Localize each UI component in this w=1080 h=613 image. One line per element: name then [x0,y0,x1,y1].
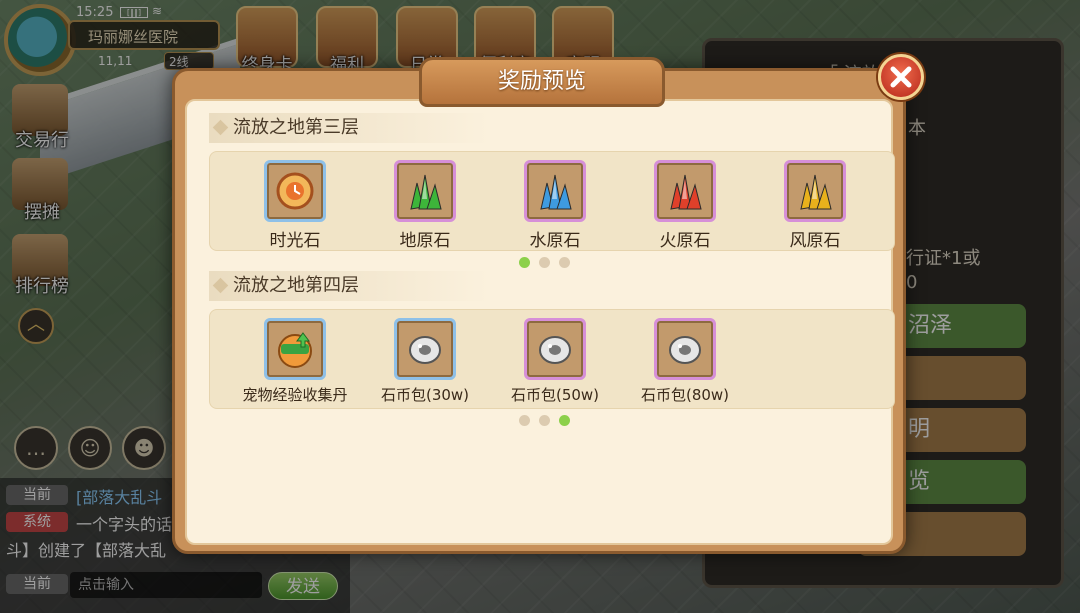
pet-exp-pill-icon[interactable] [264,318,326,380]
stone-coin-bag-icon[interactable] [654,318,716,380]
reward-item-name: 时光石 [269,231,321,251]
fire-crystal-icon[interactable] [654,160,716,222]
stone-coin-bag-icon[interactable] [524,318,586,380]
reward-item-name: 地原石 [399,231,451,251]
stone-coin-bag-icon[interactable] [394,318,456,380]
section-header: 流放之地第四层 [209,271,489,301]
close-x-glyph [890,66,912,88]
dialog-title: 奖励预览 [419,57,665,107]
diamond-icon [212,119,229,136]
page-dot[interactable] [559,257,570,268]
close-icon[interactable] [878,54,924,100]
section-header: 流放之地第三层 [209,113,489,143]
reward-item[interactable]: 风原石 [750,160,880,251]
page-dot[interactable] [519,257,530,268]
reward-item[interactable]: 石币包(80w) [620,318,750,408]
reward-item-name: 石币包(80w) [640,386,730,404]
reward-item[interactable]: 石币包(30w) [360,318,490,408]
reward-item-name: 水原石 [529,231,581,251]
wind-crystal-icon[interactable] [784,160,846,222]
reward-items-row[interactable]: 时光石 地原石 水原石 火原石 风原石 [209,151,895,251]
earth-crystal-icon[interactable] [394,160,456,222]
page-dot[interactable] [559,415,570,426]
reward-item-name: 石币包(50w) [510,386,600,404]
section-title: 流放之地第三层 [233,117,359,138]
reward-item-name: 火原石 [659,231,711,251]
reward-item[interactable]: 宠物经验收集丹 [230,318,360,408]
reward-items-row[interactable]: 宠物经验收集丹 石币包(30w) 石币包(50w) 石币包(80w) [209,309,895,409]
dialog-body: 流放之地第三层 时光石 地原石 水原石 火原石 风原石 流放之地第四层 宠物经验… [185,99,895,545]
reward-item[interactable]: 水原石 [490,160,620,251]
time-stone-icon[interactable] [264,160,326,222]
reward-item-name: 石币包(30w) [380,386,470,404]
page-dot[interactable] [539,257,550,268]
reward-preview-dialog: 流放之地第三层 时光石 地原石 水原石 火原石 风原石 流放之地第四层 宠物经验… [172,57,906,554]
reward-item[interactable]: 石币包(50w) [490,318,620,408]
reward-item-name: 风原石 [789,231,841,251]
water-crystal-icon[interactable] [524,160,586,222]
section-title: 流放之地第四层 [233,275,359,296]
reward-item[interactable]: 火原石 [620,160,750,251]
diamond-icon [212,277,229,294]
page-dot[interactable] [539,415,550,426]
reward-item[interactable]: 时光石 [230,160,360,251]
reward-item-name: 宠物经验收集丹 [242,386,348,404]
reward-item[interactable]: 地原石 [360,160,490,251]
page-dot[interactable] [519,415,530,426]
